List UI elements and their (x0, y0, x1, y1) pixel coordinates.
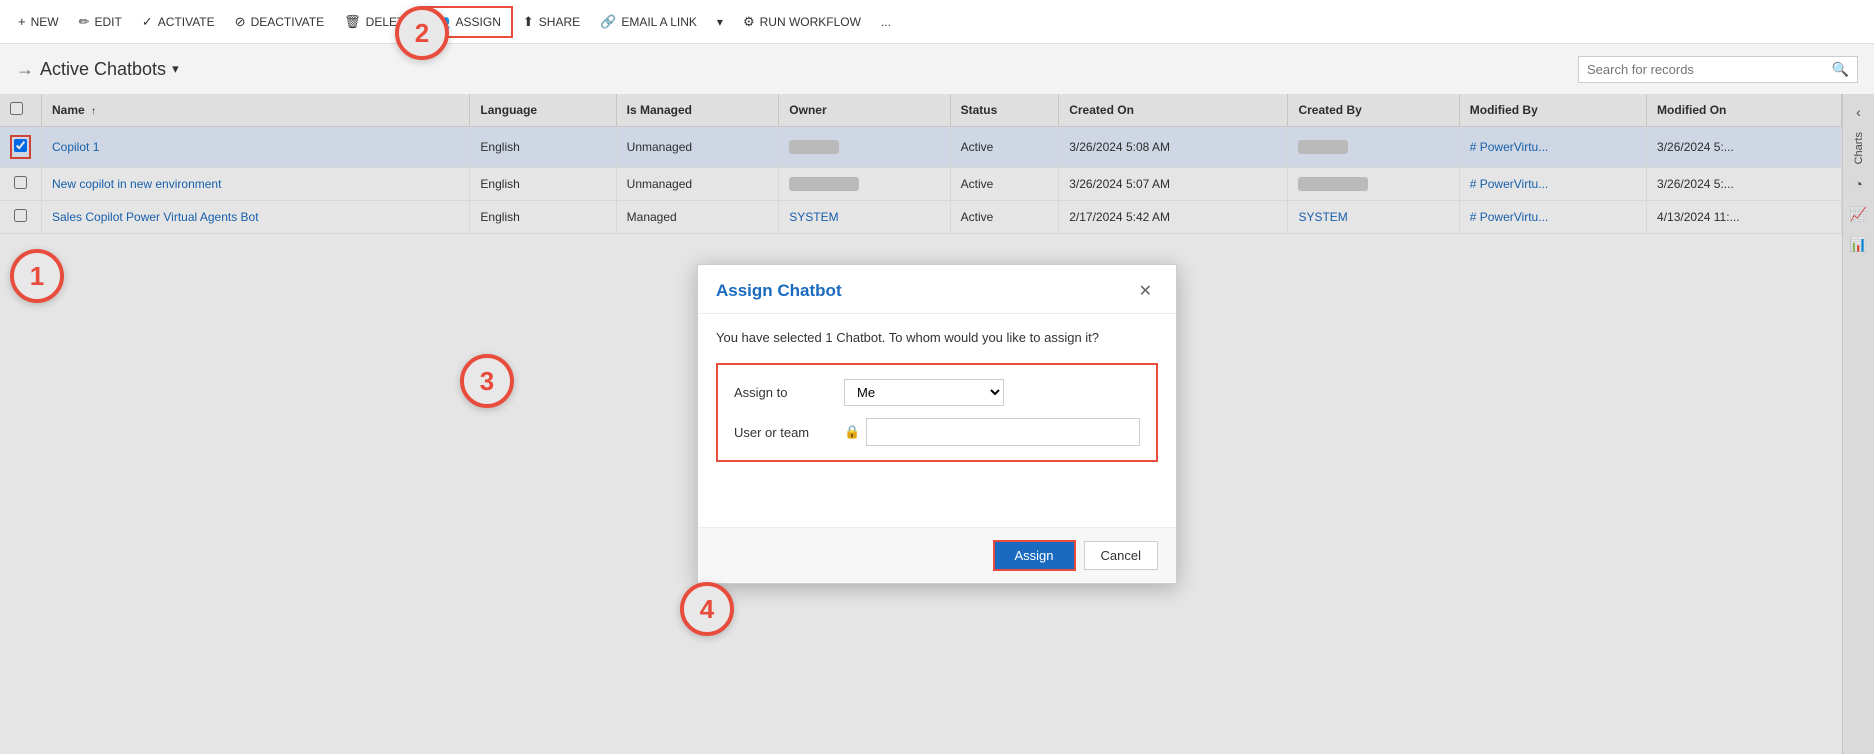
deactivate-button[interactable]: ⊘ DEACTIVATE (225, 8, 334, 36)
modal-footer: Assign Cancel (698, 527, 1176, 583)
edit-button[interactable]: ✏ EDIT (69, 8, 132, 36)
nav-arrow-icon: → (16, 59, 34, 80)
dropdown-arrow[interactable]: ▾ (707, 9, 733, 35)
search-icon: 🔍 (1832, 61, 1849, 78)
assign-chatbot-modal: Assign Chatbot ✕ You have selected 1 Cha… (697, 264, 1177, 584)
view-header: → Active Chatbots ▾ 🔍 (0, 44, 1874, 94)
user-team-label: User or team (734, 425, 844, 440)
trash-icon: 🗑 (344, 14, 361, 30)
modal-description: You have selected 1 Chatbot. To whom wou… (716, 330, 1158, 345)
modal-close-button[interactable]: ✕ (1133, 279, 1158, 303)
modal-cancel-button[interactable]: Cancel (1084, 541, 1158, 570)
email-button[interactable]: 🔗 EMAIL A LINK (590, 8, 707, 36)
assign-to-select[interactable]: Me (844, 379, 1004, 406)
new-button[interactable]: + NEW (8, 8, 69, 35)
link-icon: 🔗 (600, 14, 616, 30)
assign-button[interactable]: 👥 ASSIGN (422, 6, 513, 38)
search-input[interactable] (1587, 62, 1826, 77)
toolbar: + NEW ✏ EDIT ✓ ACTIVATE ⊘ DEACTIVATE 🗑 D… (0, 0, 1874, 44)
dropdown-chevron-icon[interactable]: ▾ (172, 61, 179, 77)
main-area: Name ↑ Language Is Managed Owner Status … (0, 94, 1874, 754)
view-title-text: Active Chatbots (40, 59, 166, 80)
assign-icon: 👥 (434, 14, 450, 30)
activate-button[interactable]: ✓ ACTIVATE (132, 8, 225, 36)
plus-icon: + (18, 14, 26, 29)
lock-icon: 🔒 (844, 424, 860, 440)
modal-title: Assign Chatbot (716, 281, 842, 301)
edit-icon: ✏ (79, 14, 90, 30)
user-team-input[interactable] (866, 418, 1140, 446)
assign-to-row: Assign to Me (734, 379, 1140, 406)
share-button[interactable]: ⬆ SHARE (513, 8, 590, 36)
modal-body: You have selected 1 Chatbot. To whom wou… (698, 314, 1176, 527)
delete-button[interactable]: 🗑 DELETE (334, 8, 422, 36)
view-title: → Active Chatbots ▾ (16, 59, 179, 80)
modal-overlay: Assign Chatbot ✕ You have selected 1 Cha… (0, 94, 1874, 754)
chevron-down-icon: ▾ (717, 15, 723, 29)
assign-to-label: Assign to (734, 385, 844, 400)
user-team-row: User or team 🔒 (734, 418, 1140, 446)
share-icon: ⬆ (523, 14, 534, 30)
modal-form: Assign to Me User or team 🔒 (716, 363, 1158, 462)
more-button[interactable]: ... (871, 9, 901, 35)
modal-assign-button[interactable]: Assign (993, 540, 1076, 571)
deactivate-icon: ⊘ (235, 14, 246, 30)
check-icon: ✓ (142, 14, 153, 30)
modal-header: Assign Chatbot ✕ (698, 265, 1176, 314)
search-box: 🔍 (1578, 56, 1858, 83)
workflow-button[interactable]: ⚙ RUN WORKFLOW (733, 8, 871, 36)
workflow-icon: ⚙ (743, 14, 755, 30)
